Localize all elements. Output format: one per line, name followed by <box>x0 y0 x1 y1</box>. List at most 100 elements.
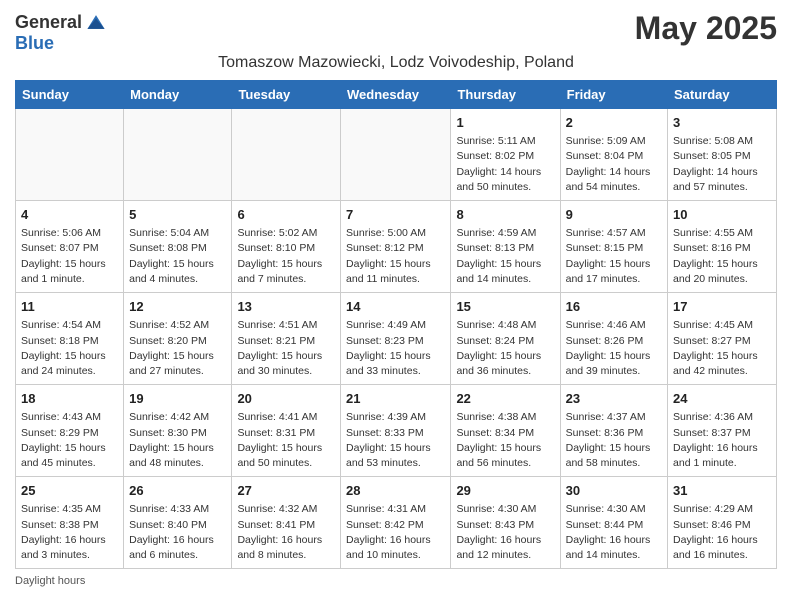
logo-general: General <box>15 13 82 31</box>
day-info: Sunrise: 4:35 AM Sunset: 8:38 PM Dayligh… <box>21 502 118 563</box>
logo-icon <box>84 10 108 34</box>
page-title: May 2025 <box>635 10 777 47</box>
day-number: 28 <box>346 482 445 500</box>
day-info: Sunrise: 4:42 AM Sunset: 8:30 PM Dayligh… <box>129 410 226 471</box>
dow-header-thursday: Thursday <box>451 81 560 109</box>
dow-header-monday: Monday <box>124 81 232 109</box>
day-number: 17 <box>673 298 771 316</box>
day-info: Sunrise: 5:08 AM Sunset: 8:05 PM Dayligh… <box>673 134 771 195</box>
day-info: Sunrise: 4:54 AM Sunset: 8:18 PM Dayligh… <box>21 318 118 379</box>
day-number: 14 <box>346 298 445 316</box>
calendar-cell: 12 Sunrise: 4:52 AM Sunset: 8:20 PM Dayli… <box>124 293 232 385</box>
dow-header-wednesday: Wednesday <box>341 81 451 109</box>
day-info: Sunrise: 5:06 AM Sunset: 8:07 PM Dayligh… <box>21 226 118 287</box>
day-info: Sunrise: 4:30 AM Sunset: 8:43 PM Dayligh… <box>456 502 554 563</box>
day-info: Sunrise: 4:57 AM Sunset: 8:15 PM Dayligh… <box>566 226 662 287</box>
calendar-cell: 30Sunrise: 4:30 AM Sunset: 8:44 PM Dayli… <box>560 477 667 569</box>
day-number: 11 <box>21 298 118 316</box>
calendar-week-3: 11 Sunrise: 4:54 AM Sunset: 8:18 PM Dayli… <box>16 293 777 385</box>
day-number: 6 <box>237 206 335 224</box>
calendar-cell: 31 Sunrise: 4:29 AM Sunset: 8:46 PM Dayli… <box>668 477 777 569</box>
calendar-week-2: 4 Sunrise: 5:06 AM Sunset: 8:07 PM Daylig… <box>16 201 777 293</box>
day-number: 20 <box>237 390 335 408</box>
calendar-cell: 1 Sunrise: 5:11 AM Sunset: 8:02 PM Daylig… <box>451 109 560 201</box>
calendar-cell: 27 Sunrise: 4:32 AM Sunset: 8:41 PM Dayli… <box>232 477 341 569</box>
day-info: Sunrise: 4:43 AM Sunset: 8:29 PM Dayligh… <box>21 410 118 471</box>
day-number: 21 <box>346 390 445 408</box>
day-number: 22 <box>456 390 554 408</box>
dow-header-tuesday: Tuesday <box>232 81 341 109</box>
day-number: 4 <box>21 206 118 224</box>
day-number: 31 <box>673 482 771 500</box>
calendar-cell: 20 Sunrise: 4:41 AM Sunset: 8:31 PM Dayli… <box>232 385 341 477</box>
day-info: Sunrise: 4:32 AM Sunset: 8:41 PM Dayligh… <box>237 502 335 563</box>
calendar-week-1: 1 Sunrise: 5:11 AM Sunset: 8:02 PM Daylig… <box>16 109 777 201</box>
calendar-cell: 6 Sunrise: 5:02 AM Sunset: 8:10 PM Daylig… <box>232 201 341 293</box>
logo: General Blue <box>15 10 108 52</box>
calendar-cell <box>16 109 124 201</box>
calendar-cell: 26Sunrise: 4:33 AM Sunset: 8:40 PM Dayli… <box>124 477 232 569</box>
calendar-cell: 4 Sunrise: 5:06 AM Sunset: 8:07 PM Daylig… <box>16 201 124 293</box>
dow-header-saturday: Saturday <box>668 81 777 109</box>
day-number: 2 <box>566 114 662 132</box>
day-info: Sunrise: 4:45 AM Sunset: 8:27 PM Dayligh… <box>673 318 771 379</box>
day-info: Sunrise: 4:36 AM Sunset: 8:37 PM Dayligh… <box>673 410 771 471</box>
day-info: Sunrise: 4:39 AM Sunset: 8:33 PM Dayligh… <box>346 410 445 471</box>
day-info: Sunrise: 4:38 AM Sunset: 8:34 PM Dayligh… <box>456 410 554 471</box>
day-info: Sunrise: 5:11 AM Sunset: 8:02 PM Dayligh… <box>456 134 554 195</box>
day-info: Sunrise: 5:02 AM Sunset: 8:10 PM Dayligh… <box>237 226 335 287</box>
calendar-cell: 19 Sunrise: 4:42 AM Sunset: 8:30 PM Dayli… <box>124 385 232 477</box>
day-number: 1 <box>456 114 554 132</box>
calendar-week-5: 25 Sunrise: 4:35 AM Sunset: 8:38 PM Dayli… <box>16 477 777 569</box>
day-info: Sunrise: 4:41 AM Sunset: 8:31 PM Dayligh… <box>237 410 335 471</box>
calendar-cell: 16 Sunrise: 4:46 AM Sunset: 8:26 PM Dayli… <box>560 293 667 385</box>
calendar-cell <box>341 109 451 201</box>
day-info: Sunrise: 5:04 AM Sunset: 8:08 PM Dayligh… <box>129 226 226 287</box>
calendar-cell: 23Sunrise: 4:37 AM Sunset: 8:36 PM Dayli… <box>560 385 667 477</box>
day-info: Sunrise: 4:37 AM Sunset: 8:36 PM Dayligh… <box>566 410 662 471</box>
day-number: 16 <box>566 298 662 316</box>
calendar-cell: 2Sunrise: 5:09 AM Sunset: 8:04 PM Daylig… <box>560 109 667 201</box>
day-number: 18 <box>21 390 118 408</box>
day-number: 5 <box>129 206 226 224</box>
calendar-cell: 14 Sunrise: 4:49 AM Sunset: 8:23 PM Dayli… <box>341 293 451 385</box>
day-number: 3 <box>673 114 771 132</box>
day-number: 9 <box>566 206 662 224</box>
day-number: 15 <box>456 298 554 316</box>
calendar-cell: 29 Sunrise: 4:30 AM Sunset: 8:43 PM Dayli… <box>451 477 560 569</box>
day-number: 25 <box>21 482 118 500</box>
day-number: 24 <box>673 390 771 408</box>
day-info: Sunrise: 4:48 AM Sunset: 8:24 PM Dayligh… <box>456 318 554 379</box>
day-number: 8 <box>456 206 554 224</box>
day-info: Sunrise: 4:46 AM Sunset: 8:26 PM Dayligh… <box>566 318 662 379</box>
day-info: Sunrise: 4:51 AM Sunset: 8:21 PM Dayligh… <box>237 318 335 379</box>
calendar-cell: 21 Sunrise: 4:39 AM Sunset: 8:33 PM Dayli… <box>341 385 451 477</box>
calendar-cell <box>124 109 232 201</box>
dow-header-friday: Friday <box>560 81 667 109</box>
day-number: 10 <box>673 206 771 224</box>
day-number: 29 <box>456 482 554 500</box>
calendar-cell: 13 Sunrise: 4:51 AM Sunset: 8:21 PM Dayli… <box>232 293 341 385</box>
page-subtitle: Tomaszow Mazowiecki, Lodz Voivodeship, P… <box>15 54 777 72</box>
day-number: 13 <box>237 298 335 316</box>
calendar-cell: 11 Sunrise: 4:54 AM Sunset: 8:18 PM Dayli… <box>16 293 124 385</box>
footer-note: Daylight hours <box>15 575 777 587</box>
calendar-cell: 22 Sunrise: 4:38 AM Sunset: 8:34 PM Dayli… <box>451 385 560 477</box>
day-info: Sunrise: 4:30 AM Sunset: 8:44 PM Dayligh… <box>566 502 662 563</box>
day-number: 12 <box>129 298 226 316</box>
day-number: 27 <box>237 482 335 500</box>
calendar-cell: 25 Sunrise: 4:35 AM Sunset: 8:38 PM Dayli… <box>16 477 124 569</box>
calendar-cell: 28 Sunrise: 4:31 AM Sunset: 8:42 PM Dayli… <box>341 477 451 569</box>
calendar-week-4: 18 Sunrise: 4:43 AM Sunset: 8:29 PM Dayli… <box>16 385 777 477</box>
calendar-cell: 3 Sunrise: 5:08 AM Sunset: 8:05 PM Daylig… <box>668 109 777 201</box>
calendar-cell: 24 Sunrise: 4:36 AM Sunset: 8:37 PM Dayli… <box>668 385 777 477</box>
day-number: 19 <box>129 390 226 408</box>
day-info: Sunrise: 4:29 AM Sunset: 8:46 PM Dayligh… <box>673 502 771 563</box>
calendar-cell: 8 Sunrise: 4:59 AM Sunset: 8:13 PM Daylig… <box>451 201 560 293</box>
day-info: Sunrise: 4:49 AM Sunset: 8:23 PM Dayligh… <box>346 318 445 379</box>
day-info: Sunrise: 4:52 AM Sunset: 8:20 PM Dayligh… <box>129 318 226 379</box>
calendar-cell: 9 Sunrise: 4:57 AM Sunset: 8:15 PM Daylig… <box>560 201 667 293</box>
dow-header-sunday: Sunday <box>16 81 124 109</box>
day-info: Sunrise: 4:31 AM Sunset: 8:42 PM Dayligh… <box>346 502 445 563</box>
day-info: Sunrise: 4:59 AM Sunset: 8:13 PM Dayligh… <box>456 226 554 287</box>
